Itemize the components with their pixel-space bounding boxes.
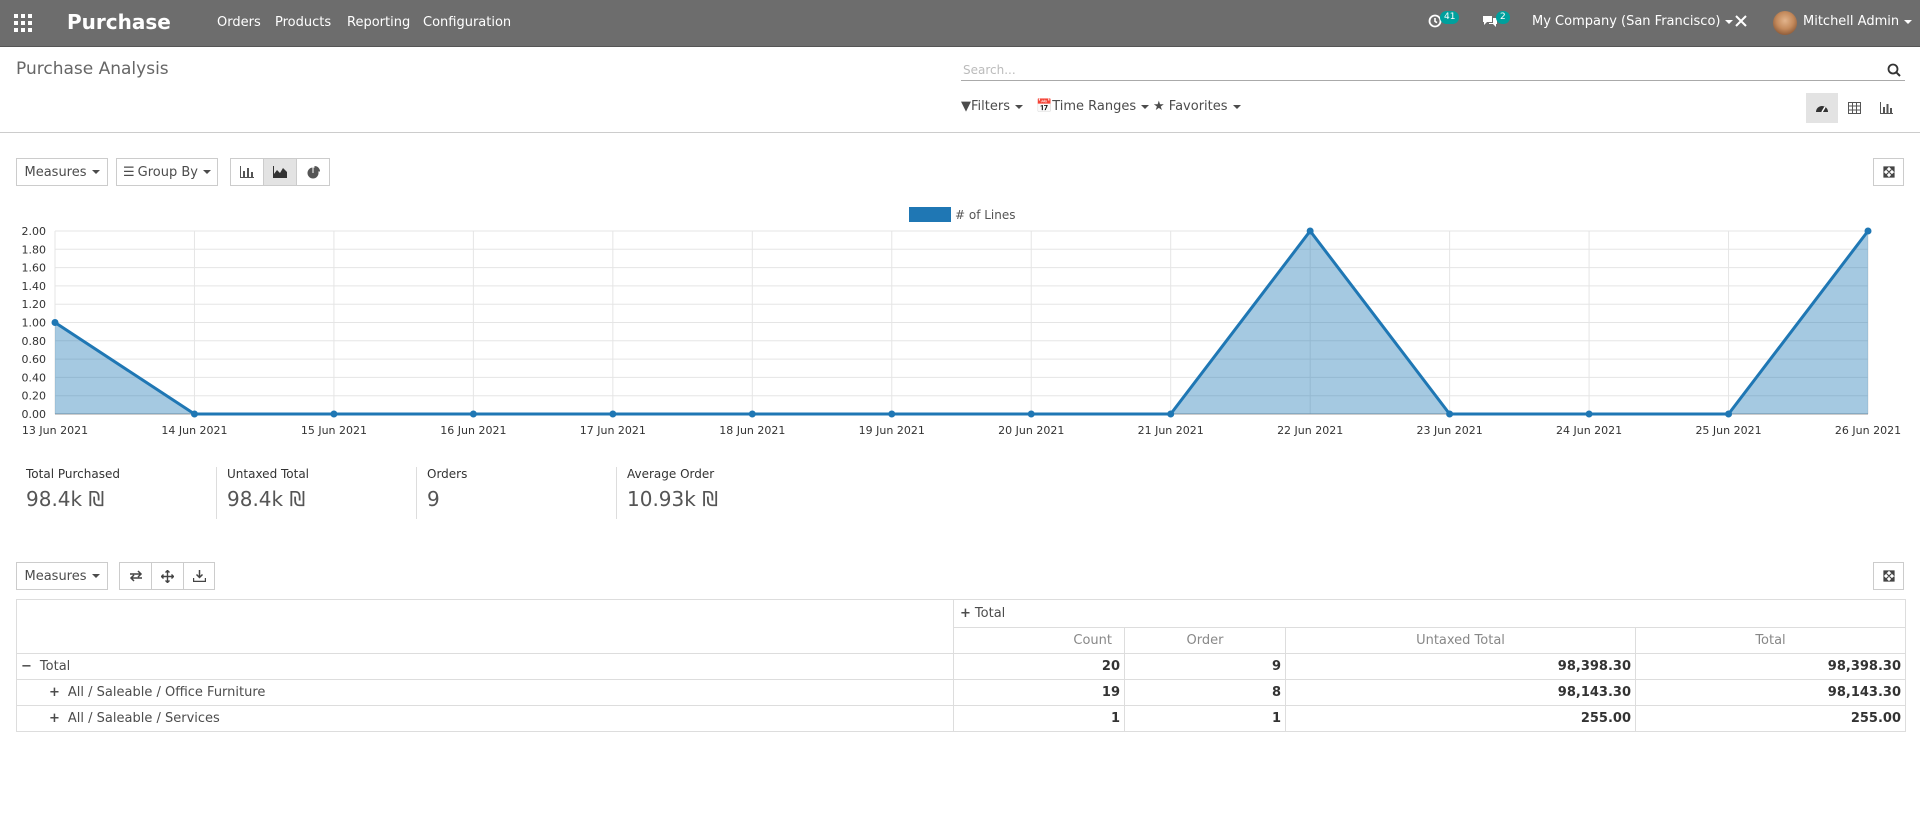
x-tick-label: 22 Jun 2021	[1277, 424, 1343, 437]
pivot-col-header[interactable]: + Total	[953, 599, 1906, 628]
table-cell: 19	[953, 679, 1125, 706]
row-header-total[interactable]: − Total	[16, 653, 954, 680]
data-point	[888, 410, 896, 418]
arrows-icon	[161, 569, 174, 583]
expand-icon	[1882, 570, 1895, 582]
pivot-corner	[16, 599, 954, 654]
flip-axis-button[interactable]	[119, 562, 152, 590]
row-label: All / Saleable / Office Furniture	[67, 685, 266, 700]
table-row: + All / Saleable / Office Furniture 19 8 …	[16, 679, 1906, 706]
measure-header-total[interactable]: Total	[1635, 627, 1906, 654]
y-tick-label: 1.20	[22, 298, 47, 311]
table-cell: 255.00	[1285, 705, 1636, 732]
data-point	[51, 319, 59, 326]
area-chart: 0.00 0.20 0.40 0.60 0.80 1.00 1.20 1.40 1.60 1.80…	[22, 225, 1902, 437]
x-tick-label: 13 Jun 2021	[22, 424, 88, 437]
data-point	[609, 410, 617, 418]
x-tick-label: 15 Jun 2021	[301, 424, 367, 437]
measure-header-count[interactable]: Count	[953, 627, 1125, 654]
table-cell: 98,143.30	[1285, 679, 1636, 706]
table-cell: 1	[1124, 705, 1286, 732]
row-header-services[interactable]: + All / Saleable / Services	[16, 705, 954, 732]
table-cell: 20	[953, 653, 1125, 680]
data-point	[469, 410, 477, 418]
measures-label: Measures	[24, 568, 87, 584]
kpi-average-order: Average Order 10.93k ₪	[616, 467, 718, 519]
x-tick-label: 26 Jun 2021	[1835, 424, 1901, 437]
x-tick-label: 14 Jun 2021	[161, 424, 227, 437]
kpi-value: 10.93k ₪	[627, 487, 718, 511]
table-row: + All / Saleable / Services 1 1 255.00 25…	[16, 705, 1906, 732]
data-point	[1585, 410, 1593, 418]
table-cell: 98,398.30	[1285, 653, 1636, 680]
kpi-label: Untaxed Total	[227, 467, 310, 481]
x-tick-label: 23 Jun 2021	[1417, 424, 1483, 437]
x-tick-label: 21 Jun 2021	[1138, 424, 1204, 437]
expand-all-button[interactable]	[151, 562, 184, 590]
exchange-icon	[129, 570, 142, 582]
kpi-untaxed-total: Untaxed Total 98.4k ₪	[216, 467, 309, 519]
table-cell: 255.00	[1635, 705, 1906, 732]
data-point	[1167, 410, 1175, 418]
pivot-table: + Total Count Order Untaxed Total Total −…	[16, 599, 1906, 732]
data-point	[1446, 410, 1454, 418]
x-tick-label: 19 Jun 2021	[859, 424, 925, 437]
minus-icon: −	[21, 659, 32, 674]
x-tick-label: 25 Jun 2021	[1695, 424, 1761, 437]
x-tick-label: 17 Jun 2021	[580, 424, 646, 437]
x-tick-label: 24 Jun 2021	[1556, 424, 1622, 437]
y-tick-label: 0.80	[22, 335, 47, 348]
kpi-orders: Orders 9	[416, 467, 467, 519]
data-point	[1864, 227, 1872, 235]
x-tick-label: 20 Jun 2021	[998, 424, 1064, 437]
kpi-total-purchased: Total Purchased 98.4k ₪	[16, 467, 120, 519]
data-point	[1027, 410, 1035, 418]
table-cell: 1	[953, 705, 1125, 732]
y-tick-label: 0.40	[22, 371, 47, 384]
y-tick-label: 1.00	[22, 317, 47, 330]
table-row: − Total 20 9 98,398.30 98,398.30	[16, 653, 1906, 680]
data-point	[1306, 227, 1314, 235]
download-icon	[192, 570, 206, 582]
plus-icon: +	[960, 606, 971, 621]
y-tick-label: 0.60	[22, 353, 47, 366]
pivot-col-header-label: Total	[974, 606, 1006, 621]
kpi-value: 9	[427, 487, 440, 511]
chevron-down-icon	[91, 574, 100, 578]
table-cell: 98,143.30	[1635, 679, 1906, 706]
y-tick-label: 0.20	[22, 390, 47, 403]
plus-icon: +	[49, 711, 60, 726]
kpi-label: Orders	[427, 467, 468, 481]
y-tick-label: 0.00	[22, 408, 47, 421]
y-tick-label: 2.00	[22, 225, 47, 238]
download-button[interactable]	[183, 562, 215, 590]
table-cell: 9	[1124, 653, 1286, 680]
data-point	[190, 410, 198, 418]
row-label: Total	[39, 659, 71, 674]
y-tick-label: 1.60	[22, 262, 47, 275]
data-point	[330, 410, 338, 418]
measure-header-order[interactable]: Order	[1124, 627, 1286, 654]
x-tick-label: 16 Jun 2021	[440, 424, 506, 437]
data-point	[748, 410, 756, 418]
table-cell: 98,398.30	[1635, 653, 1906, 680]
data-point	[1725, 410, 1733, 418]
kpi-value: 98.4k ₪	[26, 487, 105, 511]
fullscreen-pivot-button[interactable]	[1873, 562, 1904, 590]
measure-header-untaxed-total[interactable]: Untaxed Total	[1285, 627, 1636, 654]
y-tick-label: 1.40	[22, 280, 47, 293]
y-tick-label: 1.80	[22, 243, 47, 256]
kpi-label: Average Order	[627, 467, 715, 481]
pivot-measures-dropdown[interactable]: Measures	[16, 562, 108, 590]
table-cell: 8	[1124, 679, 1286, 706]
kpi-label: Total Purchased	[26, 467, 120, 481]
row-header-office-furniture[interactable]: + All / Saleable / Office Furniture	[16, 679, 954, 706]
plus-icon: +	[49, 685, 60, 700]
row-label: All / Saleable / Services	[67, 711, 220, 726]
kpi-value: 98.4k ₪	[227, 487, 306, 511]
x-tick-label: 18 Jun 2021	[719, 424, 785, 437]
